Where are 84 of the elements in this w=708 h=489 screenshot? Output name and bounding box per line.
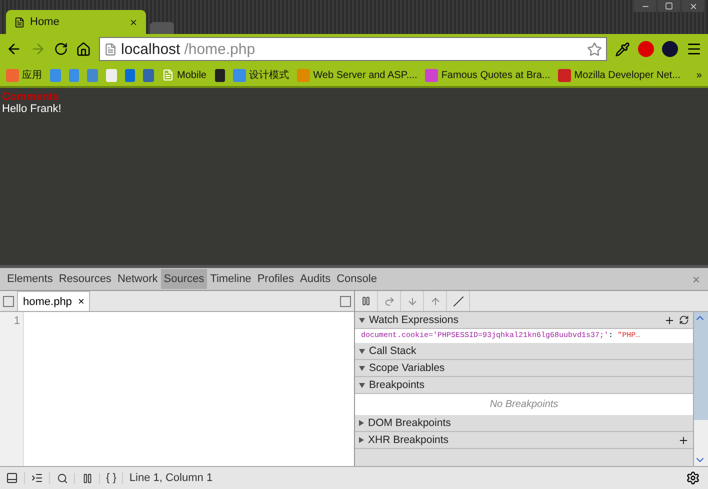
drawer-icon[interactable]: [31, 472, 43, 484]
bookmark-label: Mobile: [177, 70, 206, 80]
section-header[interactable]: Scope Variables: [355, 360, 693, 377]
more-bookmarks[interactable]: »: [696, 70, 702, 80]
section-header[interactable]: XHR Breakpoints: [355, 432, 693, 449]
scrollbar[interactable]: [693, 312, 708, 466]
close-button[interactable]: ×: [78, 296, 84, 308]
add-icon[interactable]: [664, 314, 675, 326]
page-icon: [104, 42, 117, 56]
expanded-triangle-icon: [359, 318, 365, 322]
deactivate-breakpoints-icon[interactable]: [452, 296, 464, 306]
cursor-position: Line 1, Column 1: [128, 472, 214, 484]
navigator-toggle-icon[interactable]: [3, 296, 14, 306]
empty-message: No Breakpoints: [355, 394, 693, 415]
refresh-icon[interactable]: [679, 315, 689, 325]
step-into-icon[interactable]: [406, 296, 418, 306]
maximize-icon: [665, 2, 673, 10]
step-over-icon[interactable]: [384, 296, 394, 306]
pause-icon[interactable]: [82, 472, 92, 484]
line-number: 1: [0, 312, 24, 466]
reload-icon[interactable]: [54, 42, 68, 56]
url-host: localhost: [121, 40, 180, 58]
home-icon[interactable]: [76, 42, 91, 56]
section-header[interactable]: Breakpoints: [355, 377, 693, 394]
step-out-icon[interactable]: [430, 296, 440, 306]
minimize-button[interactable]: [634, 0, 656, 12]
devtools-tab[interactable]: Elements: [4, 269, 56, 289]
devtools-tab[interactable]: Console: [334, 269, 380, 289]
bookmark[interactable]: Mozilla Developer Net...: [558, 68, 680, 82]
settings-icon[interactable]: [686, 471, 700, 485]
site-icon: [233, 68, 246, 82]
bookmark[interactable]: 设计模式: [233, 68, 290, 82]
maximize-button[interactable]: [658, 0, 680, 12]
dock-icon[interactable]: [6, 472, 18, 484]
bookmark[interactable]: Mobile: [162, 69, 206, 81]
add-icon[interactable]: [678, 434, 689, 446]
devtools-tab[interactable]: Profiles: [254, 269, 297, 289]
bookmark-label: 设计模式: [249, 68, 290, 82]
pretty-print-button[interactable]: { }: [100, 472, 124, 484]
back-icon[interactable]: [6, 41, 22, 57]
site-icon: [297, 68, 310, 82]
expanded-triangle-icon: [359, 348, 365, 354]
devtools-tab[interactable]: Audits: [297, 269, 334, 289]
section-header[interactable]: DOM Breakpoints: [355, 415, 693, 432]
bookmark[interactable]: Famous Quotes at Bra...: [425, 68, 550, 82]
devtools-tab[interactable]: Sources: [160, 269, 208, 289]
bookmark-label: Web Server and ASP....: [313, 70, 418, 80]
page-text: Hello Frank!: [2, 103, 62, 115]
collapsed-triangle-icon: [359, 420, 364, 426]
bookmark-icon[interactable]: [214, 68, 226, 82]
close-button[interactable]: [682, 0, 704, 12]
page-icon: [14, 16, 25, 28]
bookmark-label: Mozilla Developer Net...: [574, 70, 680, 80]
bookmark[interactable]: Web Server and ASP....: [297, 68, 418, 82]
pause-icon[interactable]: [361, 296, 371, 306]
devtools-tab[interactable]: Network: [114, 269, 161, 289]
star-icon[interactable]: [587, 42, 602, 56]
expanded-triangle-icon: [359, 366, 365, 370]
menu-icon[interactable]: [686, 41, 702, 57]
collapsed-triangle-icon: [359, 437, 364, 443]
expanded-triangle-icon: [359, 382, 365, 388]
site-icon: [558, 68, 572, 82]
devtools-tab[interactable]: Timeline: [207, 269, 254, 289]
file-tab[interactable]: home.php ×: [17, 291, 90, 311]
close-icon: [688, 2, 698, 10]
page-heading: Comments: [2, 91, 60, 103]
bookmark[interactable]: 应用: [6, 68, 42, 82]
site-icon: [425, 68, 438, 82]
extension-icon[interactable]: [662, 41, 678, 57]
bookmark-label: 应用: [22, 68, 42, 82]
eyedropper-icon[interactable]: [615, 42, 630, 56]
close-icon[interactable]: [129, 18, 138, 26]
url-path: /home.php: [184, 40, 256, 58]
section-header[interactable]: Watch Expressions: [355, 312, 693, 329]
devtools-tab[interactable]: Resources: [56, 269, 114, 289]
apps-icon: [6, 68, 19, 82]
address-bar[interactable]: localhost /home.php: [99, 37, 607, 61]
debugger-toggle-icon[interactable]: [340, 296, 351, 306]
browser-tab[interactable]: Home: [6, 10, 146, 34]
section-header[interactable]: Call Stack: [355, 343, 693, 360]
bookmark-label: Famous Quotes at Bra...: [441, 70, 550, 80]
page-icon: [162, 69, 174, 81]
file-name: home.php: [23, 296, 72, 308]
search-icon[interactable]: [56, 472, 68, 484]
